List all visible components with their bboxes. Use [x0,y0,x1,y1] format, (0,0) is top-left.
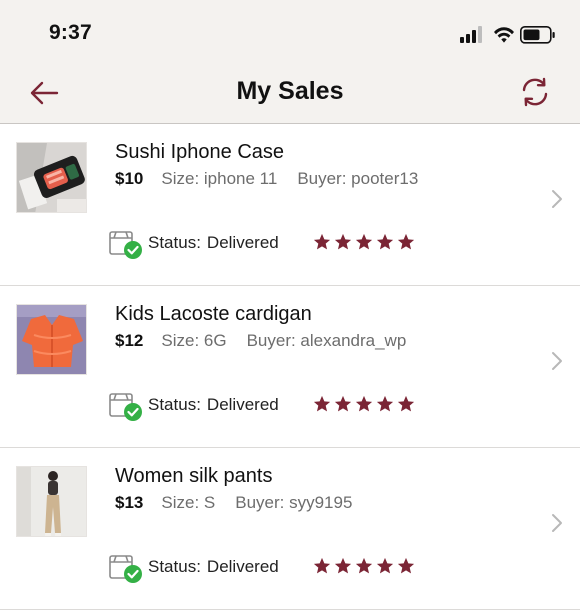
item-price: $12 [115,331,144,350]
status-text: Status: Delivered [148,233,279,253]
nav-bar: My Sales [0,66,580,124]
sale-row[interactable]: Kids Lacoste cardigan $12 Size: 6G Buyer: … [0,286,580,448]
item-meta: $12 Size: 6G Buyer: alexandra_wp [115,331,406,351]
status-label: Status: [148,233,201,252]
rating-stars [313,557,418,577]
status-bar: 9:37 [0,0,580,66]
wifi-icon [494,27,514,43]
sushi-phone-case-image [17,143,86,212]
star-icon [313,557,331,574]
status-time: 9:37 [49,21,92,44]
item-meta: $13 Size: S Buyer: syy9195 [115,493,352,513]
star-icon [376,395,394,412]
status-label: Status: [148,395,201,414]
refresh-icon [522,77,548,107]
star-icon [376,557,394,574]
status-value: Delivered [206,233,279,252]
sale-row[interactable]: Women silk pants $13 Size: S Buyer: syy919… [0,448,580,610]
star-icon [397,395,415,412]
star-icon [397,233,415,250]
item-buyer: Buyer: syy9195 [235,493,353,512]
status-value: Delivered [206,557,279,576]
star-icon [355,557,373,574]
item-thumbnail [16,142,87,213]
page-title: My Sales [236,77,344,105]
star-icon [376,233,394,250]
item-size: Size: S [161,493,216,512]
sale-row[interactable]: Sushi Iphone Case $10 Size: iphone 11 Buye… [0,124,580,286]
delivered-box-icon [109,555,142,583]
status-value: Delivered [206,395,279,414]
item-thumbnail [16,304,87,375]
cellular-signal-icon [460,26,482,43]
rating-stars [313,233,418,253]
sales-list: Sushi Iphone Case $10 Size: iphone 11 Buye… [0,124,580,610]
chevron-right-icon [552,190,562,208]
chevron-right-icon [552,514,562,532]
status-text: Status: Delivered [148,557,279,577]
item-thumbnail [16,466,87,537]
silk-pants-image [17,467,86,536]
delivered-box-icon [109,393,142,421]
star-icon [334,557,352,574]
item-price: $10 [115,169,144,188]
star-icon [355,233,373,250]
orange-cardigan-image [17,305,86,374]
item-price: $13 [115,493,144,512]
status-icons [460,24,560,46]
item-title: Kids Lacoste cardigan [115,303,312,325]
item-size: Size: iphone 11 [161,169,278,188]
star-icon [397,557,415,574]
item-title: Women silk pants [115,465,273,487]
item-buyer: Buyer: alexandra_wp [246,331,407,350]
item-size: Size: 6G [161,331,227,350]
star-icon [334,395,352,412]
delivered-box-icon [109,231,142,259]
status-text: Status: Delivered [148,395,279,415]
item-title: Sushi Iphone Case [115,141,285,163]
item-buyer: Buyer: pooter13 [297,169,419,188]
star-icon [355,395,373,412]
star-icon [334,233,352,250]
star-icon [313,233,331,250]
status-label: Status: [148,557,201,576]
battery-icon [520,26,555,44]
chevron-right-icon [552,352,562,370]
item-meta: $10 Size: iphone 11 Buyer: pooter13 [115,169,418,189]
star-icon [313,395,331,412]
refresh-button[interactable] [520,76,550,108]
rating-stars [313,395,418,415]
